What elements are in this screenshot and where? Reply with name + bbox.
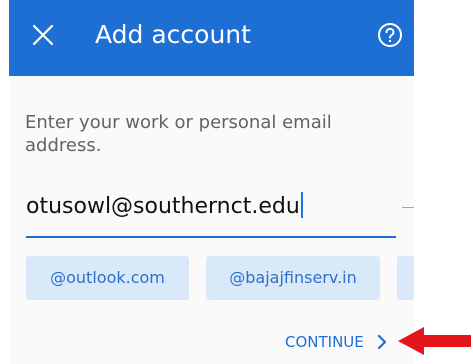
app-bar: Add account xyxy=(9,0,414,76)
add-account-screen: Add account Enter your work or personal … xyxy=(0,0,473,364)
email-value: otusowl@southernct.edu xyxy=(26,194,300,219)
red-mark xyxy=(402,207,414,208)
text-caret xyxy=(300,192,303,218)
chevron-right-icon[interactable] xyxy=(376,334,388,350)
red-arrow-icon xyxy=(398,327,471,355)
email-prompt: Enter your work or personal email addres… xyxy=(25,112,332,156)
domain-chip-partial[interactable] xyxy=(397,256,414,300)
email-input-underline xyxy=(26,236,396,238)
domain-chip-bajajfinserv[interactable]: @bajajfinserv.in xyxy=(206,256,380,300)
continue-button[interactable]: CONTINUE xyxy=(285,330,364,354)
domain-chip-outlook[interactable]: @outlook.com xyxy=(26,256,189,300)
page-title: Add account xyxy=(95,20,251,49)
close-icon[interactable] xyxy=(31,23,55,47)
email-input[interactable]: otusowl@southernct.edu xyxy=(26,188,396,226)
help-icon[interactable] xyxy=(377,22,403,48)
